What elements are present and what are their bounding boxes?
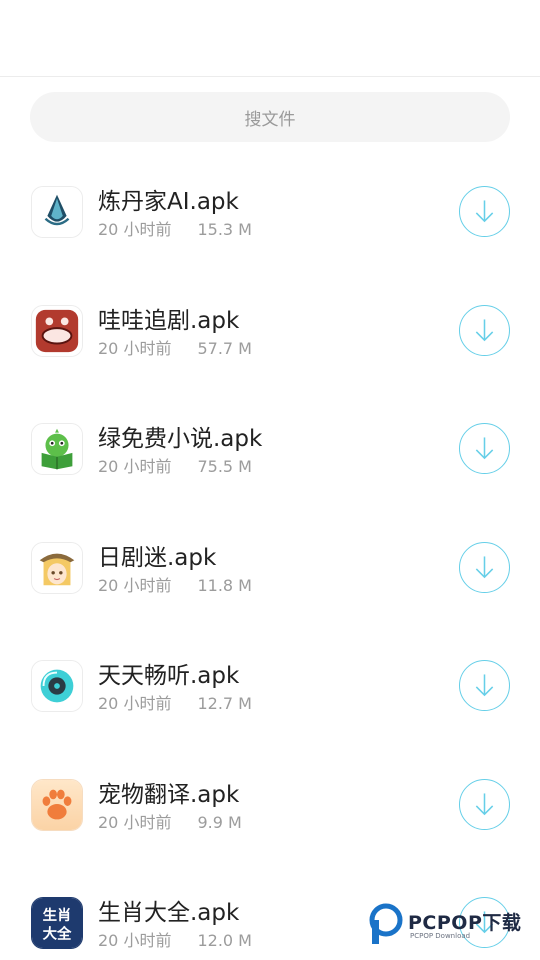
download-button[interactable] (459, 423, 510, 474)
file-name: 天天畅听.apk (98, 663, 240, 689)
lv-free-novel-app-icon (31, 423, 83, 475)
file-time: 20 小时前 (98, 812, 172, 832)
download-arrow-icon (475, 200, 494, 223)
liandanjia-ai-app-icon (31, 186, 83, 238)
tiantian-changting-app-icon (31, 660, 83, 712)
file-time: 20 小时前 (98, 575, 172, 595)
file-time: 20 小时前 (98, 220, 172, 239)
watermark-sub: PCPOP Download (410, 932, 471, 940)
file-list: 炼丹家AI.apk 20 小时前 15.3 M 哇哇追剧.apk 20 小时前 57… (0, 152, 540, 960)
file-time: 20 小时前 (98, 931, 172, 950)
list-item[interactable]: 宠物翻译.apk 20 小时前 9.9 M (0, 745, 540, 864)
file-size: 15.3 M (197, 220, 252, 239)
file-time: 20 小时前 (98, 694, 172, 713)
file-meta: 20 小时前 12.7 M (98, 690, 252, 714)
download-arrow-icon (475, 437, 494, 460)
file-size: 12.7 M (197, 694, 252, 713)
download-arrow-icon (475, 792, 494, 815)
list-item[interactable]: 日剧迷.apk 20 小时前 11.8 M (0, 508, 540, 627)
list-item[interactable]: 哇哇追剧.apk 20 小时前 57.7 M (0, 271, 540, 390)
file-name: 绿免费小说.apk (98, 426, 263, 452)
file-name: 日剧迷.apk (98, 544, 217, 571)
riju-mi-app-icon (31, 541, 83, 594)
list-item[interactable]: 炼丹家AI.apk 20 小时前 15.3 M (0, 152, 540, 271)
file-meta: 20 小时前 11.8 M (98, 572, 252, 596)
search-placeholder: 搜文件 (244, 109, 296, 130)
file-name: 宠物翻译.apk (98, 781, 240, 808)
file-time: 20 小时前 (98, 457, 172, 476)
file-size: 9.9 M (197, 812, 242, 832)
download-button[interactable] (459, 778, 510, 830)
pcpop-watermark: PCPOP下载 PCPOP Download (366, 902, 536, 946)
search-input[interactable]: 搜文件 (30, 92, 510, 142)
file-name: 哇哇追剧.apk (98, 307, 240, 334)
top-bar (0, 0, 540, 77)
pet-translate-app-icon (31, 778, 83, 831)
file-time: 20 小时前 (98, 338, 172, 358)
file-meta: 20 小时前 57.7 M (98, 335, 252, 359)
download-arrow-icon (475, 674, 494, 697)
file-size: 11.8 M (197, 575, 252, 595)
download-arrow-icon (475, 318, 494, 341)
file-size: 12.0 M (197, 931, 252, 950)
download-arrow-icon (475, 555, 494, 578)
download-button[interactable] (459, 304, 510, 356)
file-name: 炼丹家AI.apk (98, 189, 239, 215)
download-button[interactable] (459, 660, 510, 711)
svg-text:大全: 大全 (43, 924, 72, 942)
file-meta: 20 小时前 9.9 M (98, 809, 242, 833)
shengxiao-daquan-app-icon: 生肖 大全 (31, 897, 83, 949)
watermark-brand: PCPOP下载 (408, 912, 522, 934)
file-meta: 20 小时前 12.0 M (98, 927, 252, 951)
file-meta: 20 小时前 75.5 M (98, 453, 252, 477)
wawa-zhuiju-app-icon (31, 304, 83, 357)
list-item[interactable]: 天天畅听.apk 20 小时前 12.7 M (0, 626, 540, 745)
svg-text:生肖: 生肖 (43, 906, 72, 924)
file-size: 75.5 M (197, 457, 252, 476)
file-name: 生肖大全.apk (98, 900, 240, 926)
download-button[interactable] (459, 186, 510, 237)
file-meta: 20 小时前 15.3 M (98, 216, 252, 240)
pcpop-logo-icon (369, 903, 403, 944)
file-size: 57.7 M (197, 338, 252, 358)
download-button[interactable] (459, 541, 510, 593)
list-item[interactable]: 绿免费小说.apk 20 小时前 75.5 M (0, 389, 540, 508)
